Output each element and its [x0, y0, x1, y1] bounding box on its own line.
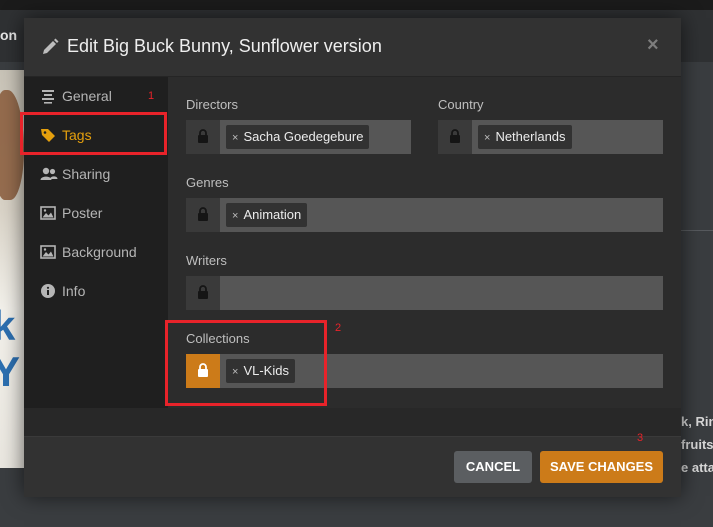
background-divider	[681, 230, 713, 231]
menu-lines-icon	[40, 88, 56, 104]
sidebar-item-label: Sharing	[62, 166, 111, 182]
country-lock-toggle[interactable]	[438, 120, 472, 154]
sidebar-item-info[interactable]: Info	[24, 272, 168, 310]
remove-tag-icon[interactable]: ×	[232, 210, 238, 222]
sidebar-item-sharing[interactable]: Sharing	[24, 155, 168, 193]
tag-label: Sacha Goedegebure	[243, 129, 364, 144]
sidebar-item-label: Background	[62, 244, 137, 260]
directors-tag: × Sacha Goedegebure	[226, 125, 370, 149]
sidebar-item-poster[interactable]: Poster	[24, 194, 168, 232]
image-icon	[40, 205, 56, 221]
annotation-number-1: 1	[148, 90, 155, 102]
dialog-header: Edit Big Buck Bunny, Sunflower version ×	[24, 18, 681, 77]
country-tag: × Netherlands	[478, 125, 572, 149]
annotation-box-collections	[165, 320, 327, 406]
save-changes-button[interactable]: SAVE CHANGES	[540, 451, 663, 483]
genres-tag: × Animation	[226, 203, 308, 227]
lock-icon	[450, 129, 460, 143]
dialog-footer: CANCEL SAVE CHANGES	[24, 436, 681, 497]
sidebar-item-label: General	[62, 88, 112, 104]
genres-lock-toggle[interactable]	[186, 198, 220, 232]
tag-label: Animation	[243, 207, 302, 222]
users-icon	[40, 166, 58, 182]
writers-field[interactable]	[186, 276, 663, 310]
annotation-number-3: 3	[637, 432, 644, 444]
writers-label: Writers	[186, 253, 227, 268]
background-text-2: fruits	[681, 437, 713, 452]
close-icon[interactable]: ×	[647, 34, 659, 56]
genres-label: Genres	[186, 175, 229, 190]
directors-label: Directors	[186, 97, 239, 112]
image-icon	[40, 244, 56, 260]
country-field[interactable]: × Netherlands	[438, 120, 663, 154]
background-top-bar	[0, 0, 713, 10]
tag-label: Netherlands	[495, 129, 566, 144]
lock-icon	[198, 207, 208, 221]
sidebar-item-background[interactable]: Background	[24, 233, 168, 271]
directors-lock-toggle[interactable]	[186, 120, 220, 154]
country-label: Country	[438, 97, 484, 112]
annotation-box-tags	[20, 112, 167, 155]
remove-tag-icon[interactable]: ×	[484, 132, 490, 144]
sidebar-item-label: Poster	[62, 205, 103, 221]
remove-tag-icon[interactable]: ×	[232, 132, 238, 144]
lock-icon	[198, 285, 208, 299]
sidebar-item-general[interactable]: General	[24, 77, 168, 115]
directors-field[interactable]: × Sacha Goedegebure	[186, 120, 411, 154]
edit-dialog: Edit Big Buck Bunny, Sunflower version ×…	[24, 18, 681, 497]
info-icon	[40, 283, 56, 299]
background-nav-text: on	[0, 27, 18, 43]
genres-field[interactable]: × Animation	[186, 198, 663, 232]
dialog-title: Edit Big Buck Bunny, Sunflower version	[67, 36, 382, 56]
background-text-1: k, Rin	[681, 414, 713, 429]
poster-letter-2: Y	[0, 348, 21, 395]
writers-lock-toggle[interactable]	[186, 276, 220, 310]
background-text-3: e atta	[681, 460, 713, 475]
pencil-icon	[40, 37, 60, 57]
lock-icon	[198, 129, 208, 143]
poster-letter-1: k	[0, 302, 16, 349]
sidebar-item-label: Info	[62, 283, 86, 299]
cancel-button[interactable]: CANCEL	[454, 451, 532, 483]
annotation-number-2: 2	[335, 322, 342, 334]
